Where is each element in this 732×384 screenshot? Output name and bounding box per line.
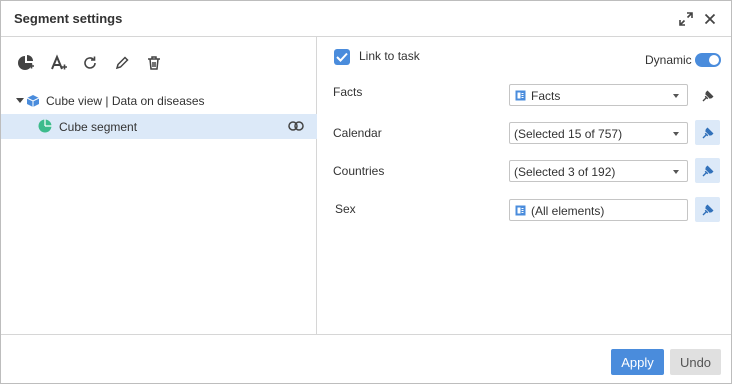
refresh-icon [84,56,96,69]
calendar-value: (Selected 15 of 757) [514,127,623,141]
delete-button[interactable] [144,53,164,73]
link-to-task-checkbox[interactable] [334,49,350,65]
tree-item-cube-segment[interactable]: Cube segment [1,114,317,139]
sex-value: (All elements) [531,204,605,218]
segment-tree-pane: Cube view | Data on diseases Cube segmen… [1,37,317,334]
dynamic-label: Dynamic [645,53,692,67]
dimension-icon [515,90,526,101]
add-text-button[interactable] [49,53,69,73]
undo-button[interactable]: Undo [670,349,721,375]
facts-pin-button[interactable] [695,83,720,108]
calendar-pin-button[interactable] [695,120,720,145]
close-icon [704,13,716,25]
segment-pie-icon [38,119,52,133]
dropdown-caret-icon [673,132,679,136]
facts-value: Facts [531,89,561,103]
apply-button[interactable]: Apply [611,349,664,375]
sex-pin-button[interactable] [695,197,720,222]
segment-settings-pane: Link to task Dynamic Facts Facts Calenda… [318,37,731,334]
dropdown-caret-icon [673,94,679,98]
cube-icon [26,95,40,107]
pin-icon [702,90,713,101]
add-segment-icon [18,55,34,70]
countries-dropdown[interactable]: (Selected 3 of 192) [509,160,688,182]
expand-caret-icon[interactable] [16,98,24,104]
tree-item-label: Cube view | Data on diseases [46,94,205,108]
segment-settings-dialog: Segment settings Cube view | Data on dis… [0,0,732,384]
dimension-icon [515,205,526,216]
toggle-knob [709,55,719,65]
sex-field[interactable]: (All elements) [509,199,688,221]
calendar-label: Calendar [333,126,382,140]
dialog-title: Segment settings [14,11,123,26]
edit-button[interactable] [112,53,132,73]
add-segment-button[interactable] [16,53,36,73]
link-icon[interactable] [288,121,304,131]
sex-label: Sex [335,202,356,216]
checkmark-icon [336,52,348,62]
countries-label: Countries [333,164,385,178]
delete-icon [148,56,160,70]
countries-pin-button[interactable] [695,158,720,183]
dropdown-caret-icon [673,170,679,174]
calendar-dropdown[interactable]: (Selected 15 of 757) [509,122,688,144]
countries-value: (Selected 3 of 192) [514,165,616,179]
expand-arrows-icon [679,12,693,26]
facts-dropdown[interactable]: Facts [509,84,688,106]
facts-label: Facts [333,85,363,99]
tree-item-label: Cube segment [59,120,138,134]
refresh-button[interactable] [80,53,100,73]
edit-icon [115,56,129,70]
pin-icon [702,127,713,138]
add-text-icon [51,54,67,70]
tree-item-cube-view[interactable]: Cube view | Data on diseases [1,91,317,111]
dialog-footer: Apply Undo [1,334,731,383]
dynamic-toggle[interactable] [695,53,721,67]
close-button[interactable] [701,10,719,28]
pin-icon [702,165,713,176]
link-to-task-label: Link to task [359,49,420,63]
maximize-button[interactable] [677,10,695,28]
title-bar: Segment settings [1,1,731,37]
pin-icon [702,204,713,215]
